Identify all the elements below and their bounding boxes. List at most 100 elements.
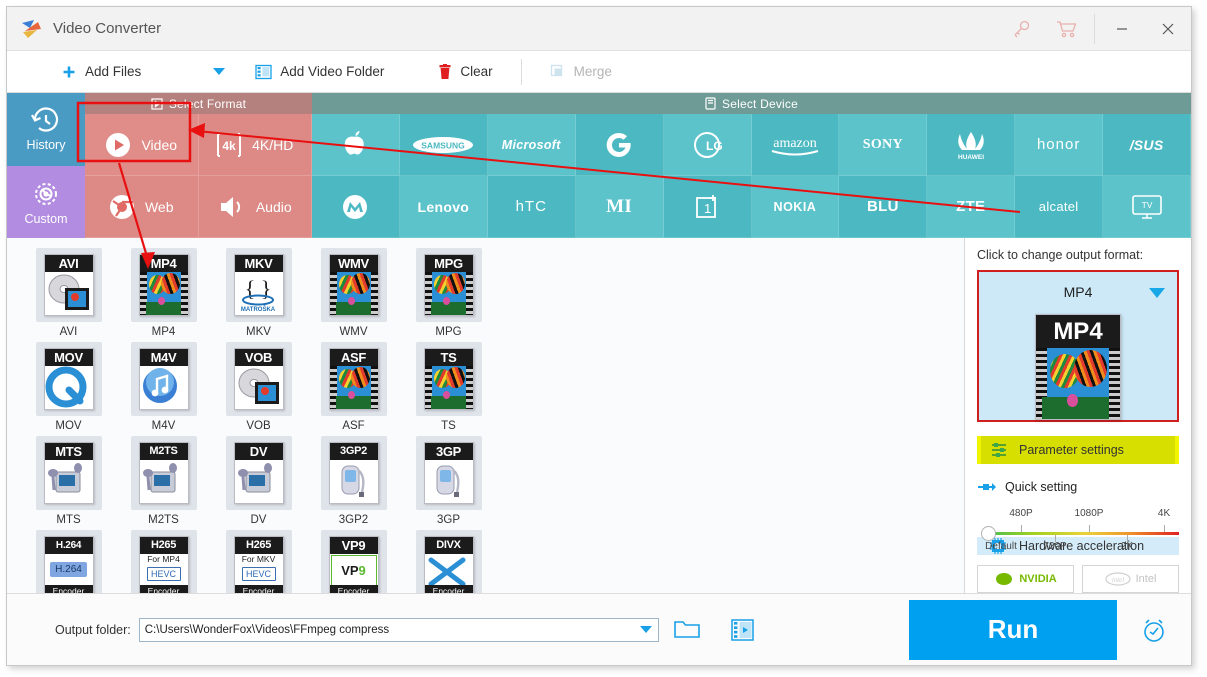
chevron-down-icon[interactable] (639, 626, 652, 633)
schedule-button[interactable] (1117, 600, 1191, 660)
format-item-label: TS (441, 420, 456, 432)
format-thumbnail: M2TS (130, 436, 197, 510)
device-tile-tv[interactable]: TV (1103, 176, 1191, 238)
device-tile-lg[interactable]: LG (663, 114, 752, 176)
format-item-mov[interactable]: MOV MOV (21, 342, 116, 432)
format-item-h264[interactable]: H.264H.264EncoderH264 (21, 530, 116, 593)
run-button[interactable]: Run (909, 599, 1117, 660)
format-item-h265-for-mp4[interactable]: H265For MP4HEVCEncoderH265 for MP4 (116, 530, 211, 593)
device-tile-sony[interactable]: SONY (839, 114, 928, 176)
format-item-label: MOV (55, 420, 82, 432)
close-button[interactable] (1145, 7, 1191, 51)
device-tile-huawei[interactable]: HUAWEI (927, 114, 1016, 176)
cart-icon[interactable] (1044, 7, 1090, 51)
select-format-label: Select Format (168, 96, 247, 111)
format-item-label: ASF (342, 420, 365, 432)
device-panel: Select Device SAMSUNG Microsoft LG amazo… (312, 93, 1191, 238)
device-tile-google[interactable] (575, 114, 664, 176)
format-item-mpg[interactable]: MPG MPG (401, 248, 496, 338)
format-tile-audio[interactable]: Audio (198, 176, 312, 238)
sidebar-item-custom[interactable]: Custom (7, 165, 85, 238)
format-thumbnail-art (424, 554, 473, 585)
sidebar-item-history[interactable]: History (7, 93, 85, 166)
format-tile-web[interactable]: Web (85, 176, 199, 238)
device-tile-honor[interactable]: honor (1015, 114, 1104, 176)
device-tile-lenovo[interactable]: Lenovo (399, 176, 488, 238)
format-tile-4khd-label: 4K/HD (252, 136, 294, 153)
device-tile-zte[interactable]: ZTE (927, 176, 1016, 238)
output-folder-input[interactable]: C:\Users\WonderFox\Videos\FFmpeg compres… (138, 617, 659, 642)
format-item-mts[interactable]: MTS MTS (21, 436, 116, 526)
format-item-3gp[interactable]: 3GP 3GP (401, 436, 496, 526)
device-tiles: SAMSUNG Microsoft LG amazon SONY HUAWEI … (312, 114, 1191, 238)
format-item-m4v[interactable]: M4V M4V (116, 342, 211, 432)
merge-button[interactable]: Merge (540, 51, 622, 92)
minimize-button[interactable] (1099, 7, 1145, 51)
device-tile-samsung[interactable]: SAMSUNG (399, 114, 488, 176)
gpu-option-intel[interactable]: intel Intel (1082, 565, 1179, 593)
format-thumbnail: TS (415, 342, 482, 416)
svg-text:4k: 4k (222, 139, 236, 153)
device-tile-motorola[interactable] (312, 176, 400, 238)
amazon-icon: amazon (771, 136, 819, 155)
format-item-avi[interactable]: AVI AVI (21, 248, 116, 338)
gpu-option-nvidia[interactable]: NVIDIA (977, 565, 1074, 593)
chevron-down-icon[interactable] (1149, 288, 1165, 298)
format-item-divx[interactable]: DIVX EncoderDIVX (401, 530, 496, 593)
format-item-label: WMV (339, 326, 368, 338)
format-thumbnail: MPG (415, 248, 482, 322)
format-encoder-badge: Encoder (139, 585, 188, 593)
clear-button[interactable]: Clear (428, 51, 502, 92)
device-tile-amazon[interactable]: amazon (751, 114, 840, 176)
quality-slider-handle[interactable] (981, 526, 996, 541)
format-item-h265-for-mkv[interactable]: H265For MKVHEVCEncoderH265 for MKV (211, 530, 306, 593)
format-item-mp4[interactable]: MP4 MP4 (116, 248, 211, 338)
open-folder-button[interactable] (659, 610, 715, 650)
format-encoder-badge: Encoder (234, 585, 283, 593)
format-thumbnail-caption: VOB (234, 349, 283, 366)
device-tile-microsoft[interactable]: Microsoft (487, 114, 576, 176)
device-tile-nokia[interactable]: NOKIA (751, 176, 840, 238)
microsoft-icon: Microsoft (501, 137, 561, 152)
format-tile-video[interactable]: Video (85, 114, 199, 176)
format-item-m2ts[interactable]: M2TS M2TS (116, 436, 211, 526)
device-tile-blu[interactable]: BLU (839, 176, 928, 238)
add-files-dropdown[interactable] (203, 51, 235, 92)
nvidia-icon (996, 573, 1013, 585)
lenovo-icon: Lenovo (417, 198, 470, 215)
format-item-vp9[interactable]: VP9VP9EncoderVP9 (306, 530, 401, 593)
key-icon[interactable] (998, 7, 1044, 51)
device-tile-htc[interactable]: hTC (487, 176, 576, 238)
format-item-asf[interactable]: ASF ASF (306, 342, 401, 432)
play-circle-icon (105, 132, 131, 158)
format-thumbnail-art (139, 366, 188, 409)
add-video-folder-button[interactable]: Add Video Folder (245, 51, 394, 92)
main-content: AVI AVI MP4 MP4 MKV{ } MATROŠKA MKV WMV WMV MPG MP… (7, 238, 1191, 593)
format-tile-4khd[interactable]: 4k 4K/HD (198, 114, 312, 176)
add-files-button[interactable]: Add Files (51, 51, 151, 92)
format-item-dv[interactable]: DV DV (211, 436, 306, 526)
clear-label: Clear (460, 64, 493, 79)
format-item-mkv[interactable]: MKV{ } MATROŠKA MKV (211, 248, 306, 338)
parameter-settings-button[interactable]: Parameter settings (977, 436, 1179, 464)
file-list-button[interactable] (715, 610, 771, 650)
device-tile-alcatel[interactable]: alcatel (1015, 176, 1104, 238)
output-format-preview[interactable]: MP4 MP4 (977, 270, 1179, 422)
format-thumbnail-art (139, 460, 188, 503)
quality-slider[interactable]: 480P 1080P 4K Default 720P 2K (977, 508, 1179, 552)
format-item-3gp2[interactable]: 3GP2 3GP2 (306, 436, 401, 526)
format-item-label: MP4 (151, 326, 176, 338)
device-tile-oneplus[interactable]: 1 (663, 176, 752, 238)
device-tile-apple[interactable] (312, 114, 400, 176)
format-item-vob[interactable]: VOB VOB (211, 342, 306, 432)
format-thumbnail-art: { } MATROŠKA (234, 272, 283, 315)
format-item-ts[interactable]: TS TS (401, 342, 496, 432)
chevron-down-icon (213, 68, 226, 75)
device-tile-asus[interactable]: /SUS (1103, 114, 1191, 176)
format-item-label: MKV (246, 326, 271, 338)
format-item-label: AVI (59, 326, 78, 338)
format-thumbnail-caption: MP4 (139, 255, 188, 272)
format-item-wmv[interactable]: WMV WMV (306, 248, 401, 338)
device-tile-mi[interactable]: MI (575, 176, 664, 238)
format-grid-row: H.264H.264EncoderH264H265For MP4HEVCEnco… (21, 530, 964, 593)
